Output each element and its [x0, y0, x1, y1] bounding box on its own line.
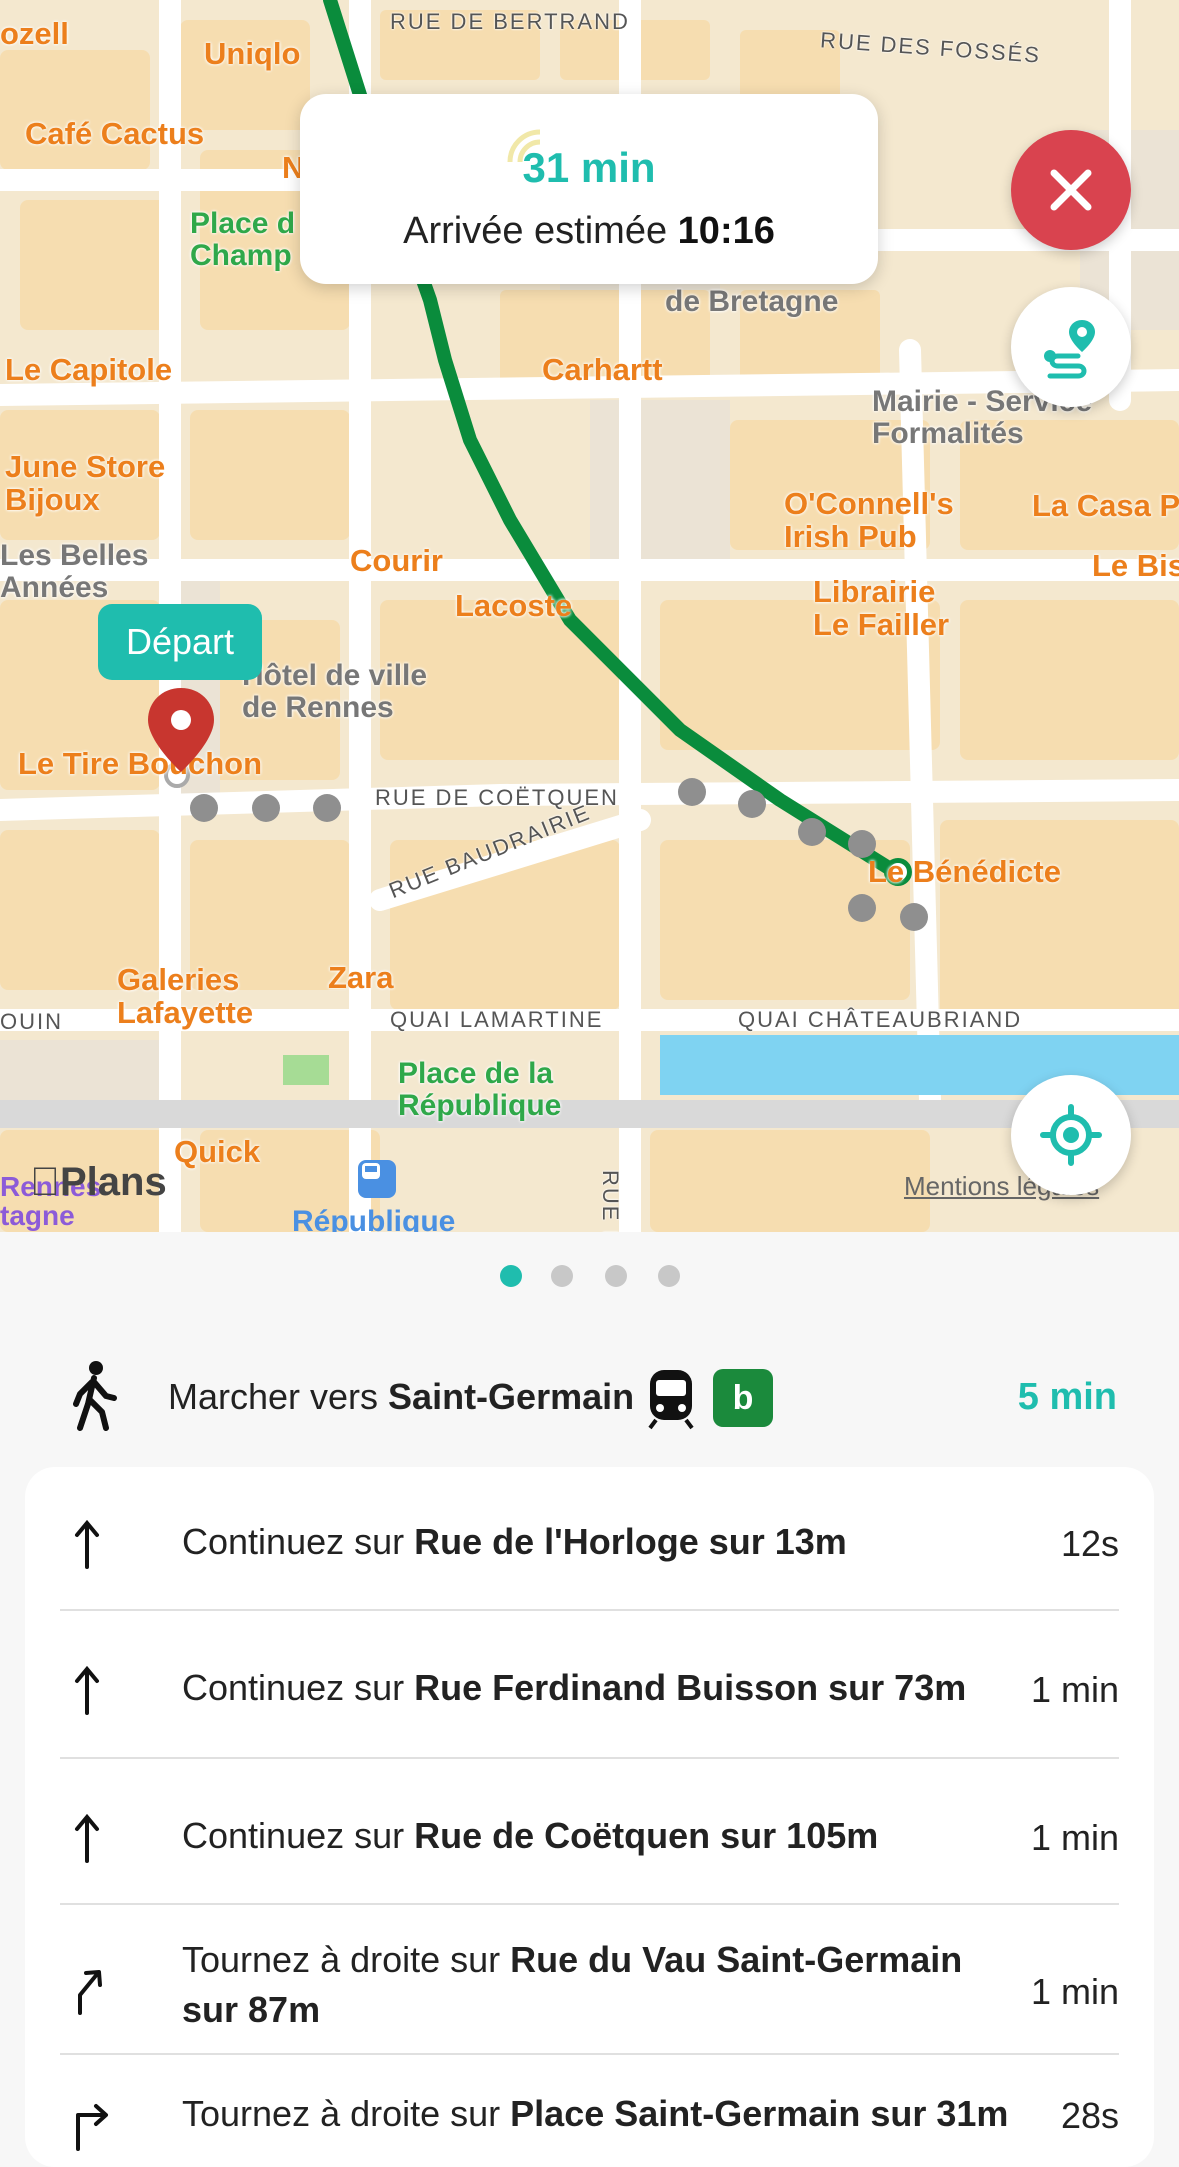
map-poi-label: Zara [328, 960, 394, 995]
walk-leg-text: Marcher vers Saint-Germain [168, 1376, 634, 1418]
page-dot[interactable] [551, 1265, 573, 1287]
map-park-label: Place de la République [398, 1057, 562, 1122]
map-poi-label: Courir [350, 543, 443, 578]
step-text: Continuez sur Rue Ferdinand Buisson sur … [182, 1667, 967, 1708]
step-text: Continuez sur Rue de l'Horloge sur 13m [182, 1521, 847, 1562]
step-row[interactable]: Tournez à droite sur Place Saint-Germain… [60, 2077, 1119, 2157]
eta-arrival: Arrivée estimée 10:16 [300, 210, 878, 253]
close-button[interactable] [1011, 130, 1131, 250]
eta-card: 31 min Arrivée estimée 10:16 [300, 94, 878, 284]
map-poi-label: Le Capitole [5, 352, 173, 387]
step-duration: 1 min [1030, 1971, 1119, 2012]
step-row[interactable]: Continuez sur Rue Ferdinand Buisson sur … [60, 1653, 1119, 1723]
divider [60, 1903, 1119, 1905]
eta-arrival-time: 10:16 [677, 210, 775, 252]
walk-dot [252, 794, 280, 822]
page-indicator [0, 1265, 1179, 1289]
walk-dot [848, 894, 876, 922]
map-poi-label: ozell [0, 16, 69, 51]
walk-dot [738, 790, 766, 818]
locate-icon [1040, 1104, 1102, 1166]
straight-arrow-icon [75, 1813, 99, 1863]
page-dot[interactable] [605, 1265, 627, 1287]
map-poi-label: Café Cactus [25, 116, 205, 151]
map-poi-label: Le Tire Bouchon [18, 746, 263, 781]
map-place-label: Hôtel de ville de Rennes [242, 659, 428, 724]
divider [60, 1757, 1119, 1759]
route-pin-icon [1044, 320, 1095, 379]
steps-list: Continuez sur Rue de l'Horloge sur 13m 1… [25, 1467, 1154, 2167]
map-place-label: Les Belles Années [0, 539, 149, 604]
metro-icon [646, 1368, 696, 1435]
walk-leg-header[interactable]: Marcher vers Saint-Germain b 5 min [0, 1360, 1179, 1440]
step-duration: 1 min [1030, 1669, 1119, 1710]
map-poi-label: Uniqlo [204, 36, 301, 71]
map-poi-label: Lacoste [455, 588, 573, 623]
divider [60, 1609, 1119, 1611]
itinerary-button[interactable] [1011, 287, 1131, 407]
step-duration: 12s [1060, 1523, 1119, 1564]
street-label: QUAI LAMARTINE [390, 1007, 604, 1032]
map-park-label: Place d Champ [190, 207, 296, 272]
walk-dot [190, 794, 218, 822]
street-label: RUE D [598, 1170, 623, 1232]
map-poi-label: La Casa P [1032, 488, 1179, 523]
street-label: QUAI CHÂTEAUBRIAND [738, 1007, 1023, 1032]
map-poi-label: O'Connell's Irish Pub [784, 486, 954, 554]
step-row[interactable]: Continuez sur Rue de Coëtquen sur 105m 1… [60, 1801, 1119, 1871]
metro-station-icon [358, 1160, 396, 1198]
map-poi-label: Le Bis [1092, 548, 1179, 583]
step-duration: 28s [1060, 2095, 1119, 2136]
map-poi-label: June Store Bijoux [5, 449, 166, 517]
step-row[interactable]: Continuez sur Rue de l'Horloge sur 13m 1… [60, 1507, 1119, 1577]
eta-arrival-label: Arrivée estimée [403, 210, 668, 252]
step-duration: 1 min [1030, 1817, 1119, 1858]
step-text: Tournez à droite sur Rue du Vau Saint-Ge… [182, 1939, 963, 2030]
straight-arrow-icon [75, 1519, 99, 1569]
walk-dot [798, 818, 826, 846]
street-label: RUE DE BERTRAND [390, 9, 630, 34]
map-place-label: de Bretagne [665, 285, 839, 318]
walking-person-icon [70, 1360, 120, 1437]
close-icon [1050, 169, 1092, 211]
step-text: Tournez à droite sur Place Saint-Germain… [182, 2093, 1009, 2134]
map-poi-label: Librairie Le Failler [813, 574, 950, 642]
metro-station-label: République [292, 1205, 456, 1232]
metro-line-badge: b [713, 1369, 773, 1427]
divider [60, 2053, 1119, 2055]
walk-prefix: Marcher vers [168, 1376, 389, 1417]
walk-dot [900, 903, 928, 931]
page-dot[interactable] [500, 1265, 522, 1287]
map-poi-label: Carhartt [542, 352, 663, 387]
map-poi-label: Le Bénédicte [868, 854, 1061, 889]
walk-destination: Saint-Germain [388, 1376, 635, 1417]
page-dot[interactable] [658, 1265, 680, 1287]
straight-arrow-icon [75, 1665, 99, 1715]
walk-dot [678, 778, 706, 806]
eta-duration: 31 min [522, 144, 656, 191]
maps-logo: Plans [30, 1160, 167, 1204]
step-row[interactable]: Tournez à droite sur Rue du Vau Saint-Ge… [60, 1927, 1119, 2047]
walk-duration: 5 min [1017, 1376, 1117, 1418]
locate-button[interactable] [1011, 1075, 1131, 1195]
walk-dot [313, 794, 341, 822]
right-turn-arrow-icon [76, 2104, 108, 2151]
depart-badge: Départ [98, 604, 262, 680]
slight-right-arrow-icon [78, 1970, 102, 2015]
street-label: OUIN [0, 1009, 63, 1034]
map-poi-label: Quick [174, 1134, 261, 1169]
step-text: Continuez sur Rue de Coëtquen sur 105m [182, 1815, 879, 1856]
map-poi-label: Galeries Lafayette [117, 962, 254, 1030]
